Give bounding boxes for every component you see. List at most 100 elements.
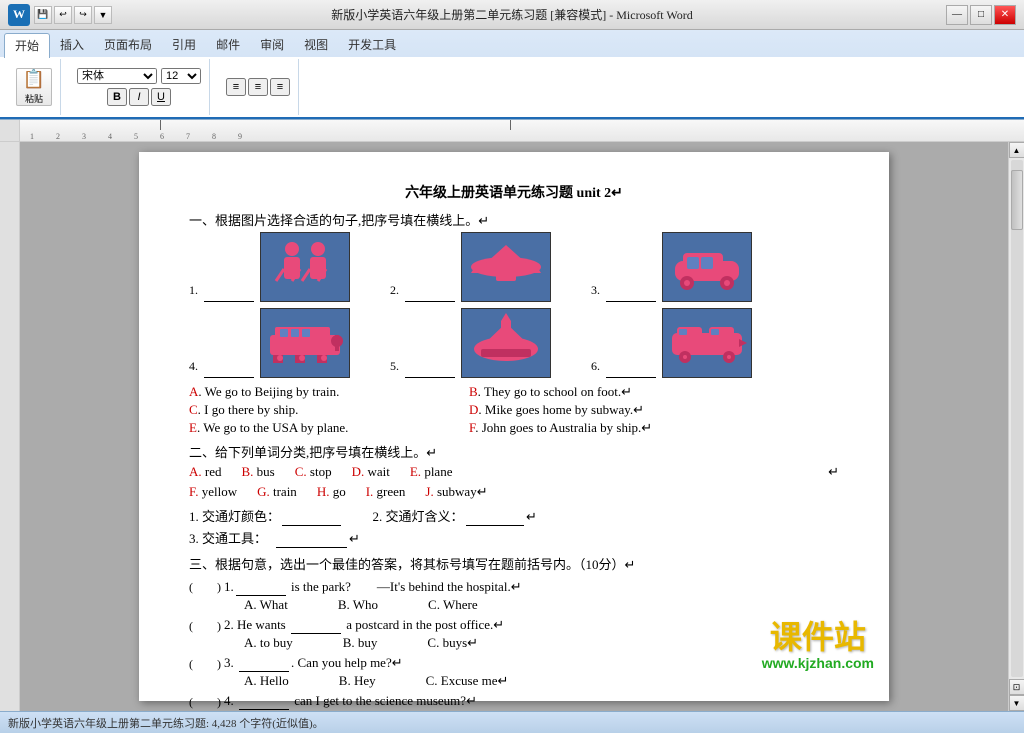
clipboard-group: 📋 粘贴 (8, 59, 61, 115)
scroll-down-btn[interactable]: ▼ (1009, 695, 1024, 711)
q1-c: C. Where (428, 597, 478, 613)
section2-words2: F. yellow G. train H. go I. green J. sub… (189, 484, 839, 500)
q2-paren: ( ) (189, 617, 224, 634)
scroll-up-btn[interactable]: ▲ (1009, 142, 1024, 158)
font-family-select[interactable]: 宋体 (77, 68, 157, 84)
scroll-thumb[interactable] (1011, 170, 1023, 230)
cat-3: 3. 交通工具： ↵ (189, 531, 360, 546)
title-bar: W 💾 ↩ ↪ ▼ 新版小学英语六年级上册第二单元练习题 [兼容模式] - Mi… (0, 0, 1024, 30)
q4-row: ( ) 4. can I get to the science museum?↵ (189, 693, 839, 710)
q3-a: A. Hello (244, 673, 289, 689)
q1-text: 1. is the park? —It's behind the hospita… (224, 576, 522, 596)
category-row2: 3. 交通工具： ↵ (189, 528, 839, 548)
section3-header: 三、根据句意，选出一个最佳的答案，将其标号填写在题前括号内。（10分）↵ (189, 554, 839, 573)
status-text: 新版小学英语六年级上册第二单元练习题: 4,428 个字符(近似值)。 (8, 715, 324, 731)
q1-b: B. Who (338, 597, 378, 613)
minimize-btn[interactable]: — (946, 5, 968, 25)
right-scrollbar: ▲ ⊡ ▼ (1008, 142, 1024, 711)
options-row1: A. We go to Beijing by train. B. They go… (189, 384, 839, 400)
watermark-cn-text: 课件站 (762, 620, 874, 655)
q1-a: A. What (244, 597, 288, 613)
paste-btn[interactable]: 📋 粘贴 (16, 68, 52, 106)
options-row3: E. We go to the USA by plane. F. John go… (189, 420, 839, 436)
option-a: A. We go to Beijing by train. (189, 384, 469, 400)
window-controls: — □ ✕ (946, 5, 1016, 25)
img-box-5 (461, 308, 551, 378)
q2-row: ( ) 2. He wants a postcard in the post o… (189, 617, 839, 634)
q1-row: ( ) 1. is the park? —It's behind the hos… (189, 576, 839, 596)
section2-header: 二、给下列单词分类,把序号填在横线上。↵ (189, 442, 839, 461)
ruler: 1 2 3 4 5 6 7 8 9 (0, 120, 1024, 142)
img-num-4: 4. (189, 359, 198, 374)
q1-choices: A. What B. Who C. Where (189, 597, 839, 613)
option-d: D. Mike goes home by subway.↵ (469, 402, 644, 418)
section1-header: 一、根据图片选择合适的句子,把序号填在横线上。↵ (189, 210, 839, 229)
tab-layout[interactable]: 页面布局 (94, 33, 162, 57)
q2-text: 2. He wants a postcard in the post offic… (224, 617, 504, 634)
close-btn[interactable]: ✕ (994, 5, 1016, 25)
expand-btn[interactable]: ⊡ (1009, 679, 1024, 695)
tab-references[interactable]: 引用 (162, 33, 206, 57)
q2-c: C. buys↵ (427, 635, 478, 651)
bold-btn[interactable]: B (107, 88, 127, 106)
word-e-cr: ↵ (828, 464, 839, 480)
img-num-1: 1. (189, 283, 198, 298)
img-item-6: 6. (591, 308, 752, 378)
tab-developer[interactable]: 开发工具 (338, 33, 406, 57)
blank-5 (405, 361, 455, 378)
img-item-3: 3. (591, 232, 752, 302)
img-item-2: 2. (390, 232, 551, 302)
img-num-5: 5. (390, 359, 399, 374)
undo-btn[interactable]: ↩ (54, 6, 72, 24)
doc-page: 六年级上册英语单元练习题 unit 2↵ 一、根据图片选择合适的句子,把序号填在… (139, 152, 889, 701)
img-item-4: 4. (189, 308, 350, 378)
ruler-main: 1 2 3 4 5 6 7 8 9 (20, 120, 1024, 141)
option-e: E. We go to the USA by plane. (189, 420, 469, 436)
restore-btn[interactable]: □ (970, 5, 992, 25)
tab-view[interactable]: 视图 (294, 33, 338, 57)
tab-mailings[interactable]: 邮件 (206, 33, 250, 57)
save-quick-btn[interactable]: 💾 (34, 6, 52, 24)
img-item-5: 5. (390, 308, 551, 378)
redo-btn[interactable]: ↪ (74, 6, 92, 24)
img-item-1: 1. (189, 232, 350, 302)
align-left-btn[interactable]: ≡ (226, 78, 246, 96)
font-size-select[interactable]: 12 (161, 68, 201, 84)
tab-home[interactable]: 开始 (4, 33, 50, 58)
doc-area: 六年级上册英语单元练习题 unit 2↵ 一、根据图片选择合适的句子,把序号填在… (0, 142, 1024, 711)
word-c: C. stop (295, 464, 332, 480)
word-j: J. subway↵ (425, 484, 487, 500)
images-row-1: 1. (189, 232, 839, 302)
q3-c: C. Excuse me↵ (426, 673, 509, 689)
section2-words: A. red B. bus C. stop D. wait E. plane ↵ (189, 464, 839, 480)
img-box-2 (461, 232, 551, 302)
tab-review[interactable]: 审阅 (250, 33, 294, 57)
images-row-2: 4. (189, 308, 839, 378)
img-box-1 (260, 232, 350, 302)
img-num-3: 3. (591, 283, 600, 298)
left-ruler (0, 142, 20, 711)
underline-btn[interactable]: U (151, 88, 171, 106)
word-i: I. green (366, 484, 406, 500)
category-row1: 1. 交通灯颜色： 2. 交通灯含义： ↵ (189, 506, 839, 526)
option-b: B. They go to school on foot.↵ (469, 384, 632, 400)
italic-btn[interactable]: I (129, 88, 149, 106)
option-f: F. John goes to Australia by ship.↵ (469, 420, 652, 436)
window-title: 新版小学英语六年级上册第二单元练习题 [兼容模式] - Microsoft Wo… (331, 6, 692, 23)
option-c: C. I go there by ship. (189, 402, 469, 418)
word-b: B. bus (242, 464, 275, 480)
customize-btn[interactable]: ▼ (94, 6, 112, 24)
img-box-3 (662, 232, 752, 302)
font-group: 宋体 12 B I U (69, 59, 210, 115)
q4-text: 4. can I get to the science museum?↵ (224, 693, 477, 710)
word-a: A. red (189, 464, 222, 480)
q3-row: ( ) 3. . Can you help me?↵ (189, 655, 839, 672)
options-row2: C. I go there by ship. D. Mike goes home… (189, 402, 839, 418)
word-d: D. wait (352, 464, 390, 480)
img-num-2: 2. (390, 283, 399, 298)
tab-insert[interactable]: 插入 (50, 33, 94, 57)
align-right-btn[interactable]: ≡ (270, 78, 290, 96)
blank-4 (204, 361, 254, 378)
align-center-btn[interactable]: ≡ (248, 78, 268, 96)
cat-2: 2. 交通灯含义： ↵ (373, 506, 537, 526)
